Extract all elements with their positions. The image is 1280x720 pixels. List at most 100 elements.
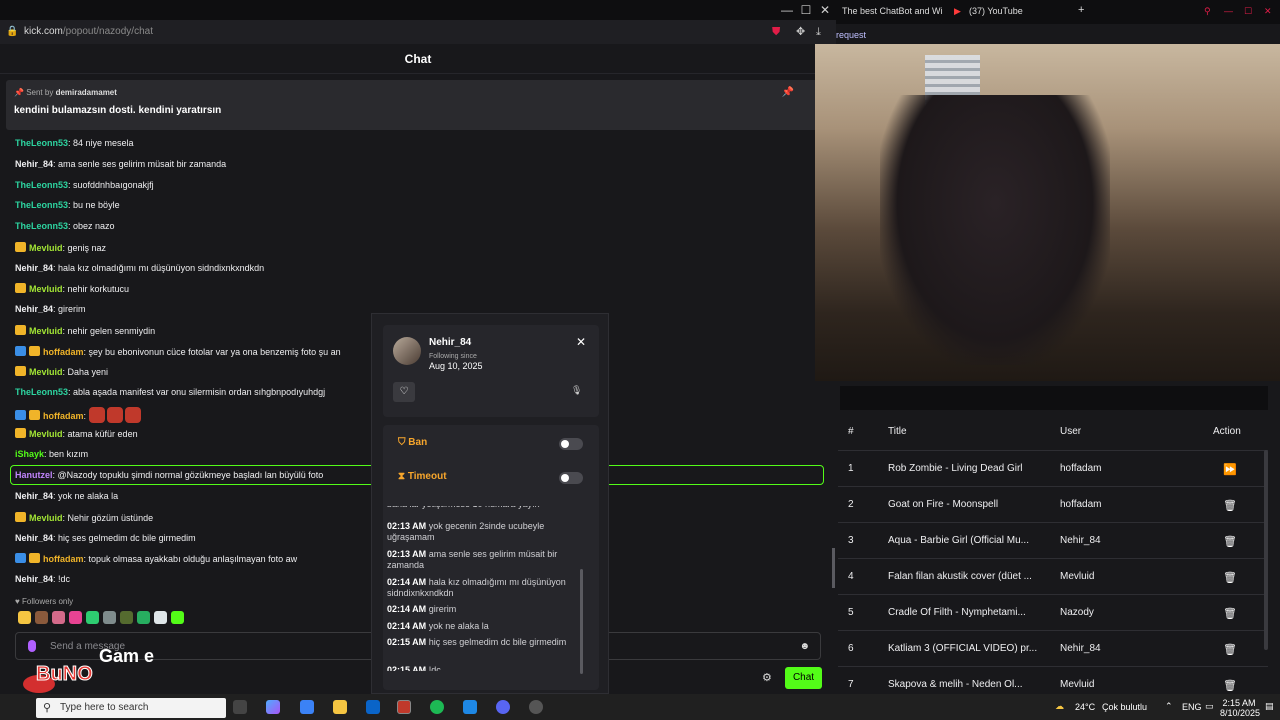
emote[interactable] — [137, 611, 150, 624]
delete-icon[interactable]: 🗑 — [1223, 643, 1237, 656]
network-icon[interactable]: ▭ — [1205, 701, 1214, 712]
emote[interactable] — [69, 611, 82, 624]
chat-message[interactable]: iShayk: ben kızım — [15, 449, 88, 459]
chat-username[interactable]: hoffadam — [43, 554, 84, 564]
discord-icon[interactable] — [496, 700, 510, 714]
store-icon[interactable] — [300, 700, 314, 714]
chat-message[interactable]: hoffadam: topuk olmasa ayakkabı olduğu a… — [15, 553, 297, 564]
chat-message[interactable]: hoffadam: — [15, 407, 143, 423]
chat-message[interactable]: Mevluid: Nehir gözüm üstünde — [15, 512, 153, 523]
maximize-icon[interactable]: ☐ — [1244, 6, 1252, 17]
chat-message[interactable]: Nehir_84: yok ne alaka la — [15, 491, 118, 501]
chat-username[interactable]: Mevluid — [29, 284, 63, 294]
chat-username[interactable]: Nehir_84 — [15, 574, 53, 584]
copilot-icon[interactable] — [266, 700, 280, 714]
skip-icon[interactable]: ⏩ — [1223, 463, 1237, 476]
chat-message[interactable]: Mevluid: atama küfür eden — [15, 428, 138, 439]
timeout-toggle[interactable] — [559, 472, 583, 484]
chat-username[interactable]: hoffadam — [43, 347, 84, 357]
emote[interactable] — [171, 611, 184, 624]
obs-icon[interactable] — [529, 700, 543, 714]
tab-youtube[interactable]: (37) YouTube — [969, 6, 1023, 16]
ban-toggle[interactable] — [559, 438, 583, 450]
chevron-up-icon[interactable]: ⌃ — [1165, 701, 1173, 712]
queue-row[interactable]: 6 Katliam 3 (OFFICIAL VIDEO) pr... Nehir_8… — [838, 630, 1268, 666]
opera-icon[interactable] — [397, 700, 411, 714]
settings-gear-icon[interactable]: ⚙ — [762, 671, 772, 684]
delete-icon[interactable]: 🗑 — [1223, 571, 1237, 584]
avatar[interactable] — [393, 337, 421, 365]
chat-username[interactable]: Nehir_84 — [15, 304, 53, 314]
chat-message[interactable]: TheLeonn53: abla aşada manifest var onu … — [15, 387, 325, 397]
download-icon[interactable]: ⤓ — [816, 20, 821, 44]
delete-icon[interactable]: 🗑 — [1223, 679, 1237, 692]
emote[interactable] — [120, 611, 133, 624]
emote[interactable] — [103, 611, 116, 624]
chat-message[interactable]: Mevluid: nehir korkutucu — [15, 283, 129, 294]
address-bar[interactable]: 🔒 kick.com/popout/nazody/chat ⛊ ✥ ⤓ — [0, 20, 836, 44]
clock-date[interactable]: 8/10/2025 — [1220, 708, 1260, 718]
close-icon[interactable]: ✕ — [1264, 6, 1272, 17]
chat-username[interactable]: Mevluid — [29, 243, 63, 253]
queue-row[interactable]: 4 Falan filan akustik cover (düet ... Mevl… — [838, 558, 1268, 594]
spotify-icon[interactable] — [430, 700, 444, 714]
weather-desc[interactable]: Çok bulutlu — [1102, 702, 1147, 712]
chat-message[interactable]: Nehir_84: hala kız olmadığımı mı düşünüy… — [15, 263, 264, 273]
chat-username[interactable]: iShayk — [15, 449, 44, 459]
clock-time[interactable]: 2:15 AM — [1220, 698, 1258, 708]
task-view-icon[interactable] — [233, 700, 247, 714]
weather-temp[interactable]: 24°C — [1075, 702, 1095, 712]
chat-message[interactable]: TheLeonn53: obez nazo — [15, 221, 115, 231]
chat-message[interactable]: TheLeonn53: bu ne böyle — [15, 200, 120, 210]
tab-chatbot[interactable]: The best ChatBot and Wi — [842, 6, 943, 16]
chat-username[interactable]: Nehir_84 — [15, 159, 53, 169]
chat-message[interactable]: Mevluid: nehir gelen senmiydin — [15, 325, 155, 336]
chat-username[interactable]: TheLeonn53 — [15, 138, 68, 148]
chat-username[interactable]: Mevluid — [29, 367, 63, 377]
emote[interactable] — [86, 611, 99, 624]
chat-username[interactable]: Hanutzel — [15, 470, 53, 480]
chat-username[interactable]: Nehir_84 — [15, 533, 53, 543]
close-card-icon[interactable]: ✕ — [576, 335, 586, 349]
minimize-icon[interactable]: — — [779, 2, 795, 18]
outlook-icon[interactable] — [366, 700, 380, 714]
language-indicator[interactable]: ENG — [1182, 702, 1202, 712]
chat-message[interactable]: hoffadam: şey bu ebonivonun cüce fotolar… — [15, 346, 341, 357]
file-explorer-icon[interactable] — [333, 700, 347, 714]
send-chat-button[interactable]: Chat — [785, 667, 822, 689]
extensions-icon[interactable]: ✥ — [796, 20, 805, 44]
chat-message[interactable]: Nehir_84: hiç ses gelmedim dc bile girme… — [15, 533, 196, 543]
delete-icon[interactable]: 🗑 — [1223, 607, 1237, 620]
chat-message[interactable]: Nehir_84: ama senle ses gelirim müsait b… — [15, 159, 226, 169]
chat-username[interactable]: Mevluid — [29, 429, 63, 439]
queue-row[interactable]: 5 Cradle Of Filth - Nymphetami... Nazody 🗑 — [838, 594, 1268, 630]
chat-username[interactable]: TheLeonn53 — [15, 387, 68, 397]
search-icon[interactable]: ⚲ — [1204, 6, 1211, 17]
chat-username[interactable]: Nehir_84 — [15, 263, 53, 273]
chat-username[interactable]: TheLeonn53 — [15, 221, 68, 231]
shield-icon[interactable]: ⛊ — [772, 20, 780, 44]
chat-message[interactable]: TheLeonn53: suofddnhbaıgonakjfj — [15, 180, 154, 190]
chat-username[interactable]: Mevluid — [29, 326, 63, 336]
chat-message[interactable]: Hanutzel: @Nazody topuklu şimdi normal g… — [15, 470, 323, 480]
pin-icon[interactable]: 📌 — [782, 87, 794, 98]
heart-icon[interactable]: ♡ — [393, 382, 415, 402]
chat-username[interactable]: Mevluid — [29, 513, 63, 523]
queue-row[interactable]: 3 Aqua - Barbie Girl (Official Mu... Nehir… — [838, 522, 1268, 558]
chat-scrollbar[interactable] — [832, 548, 835, 588]
app-icon[interactable] — [463, 700, 477, 714]
chat-username[interactable]: hoffadam — [43, 411, 84, 421]
maximize-icon[interactable]: ☐ — [798, 2, 814, 18]
queue-row[interactable]: 2 Goat on Fire - Moonspell hoffadam 🗑 — [838, 486, 1268, 522]
chat-username[interactable]: Nehir_84 — [15, 491, 53, 501]
card-username[interactable]: Nehir_84 — [429, 337, 471, 348]
url-text[interactable]: kick.com/popout/nazody/chat — [24, 20, 153, 44]
mute-icon[interactable]: 🎙 — [571, 385, 582, 396]
message-history[interactable]: baha lar yetiştirmese 10 numara yayın 02:… — [387, 506, 577, 671]
chat-message[interactable]: Nehir_84: girerim — [15, 304, 86, 314]
history-scrollbar[interactable] — [580, 569, 583, 674]
minimize-icon[interactable]: — — [1224, 6, 1233, 16]
notification-icon[interactable]: ▤ — [1265, 701, 1274, 712]
delete-icon[interactable]: 🗑 — [1223, 535, 1237, 548]
emote[interactable] — [35, 611, 48, 624]
